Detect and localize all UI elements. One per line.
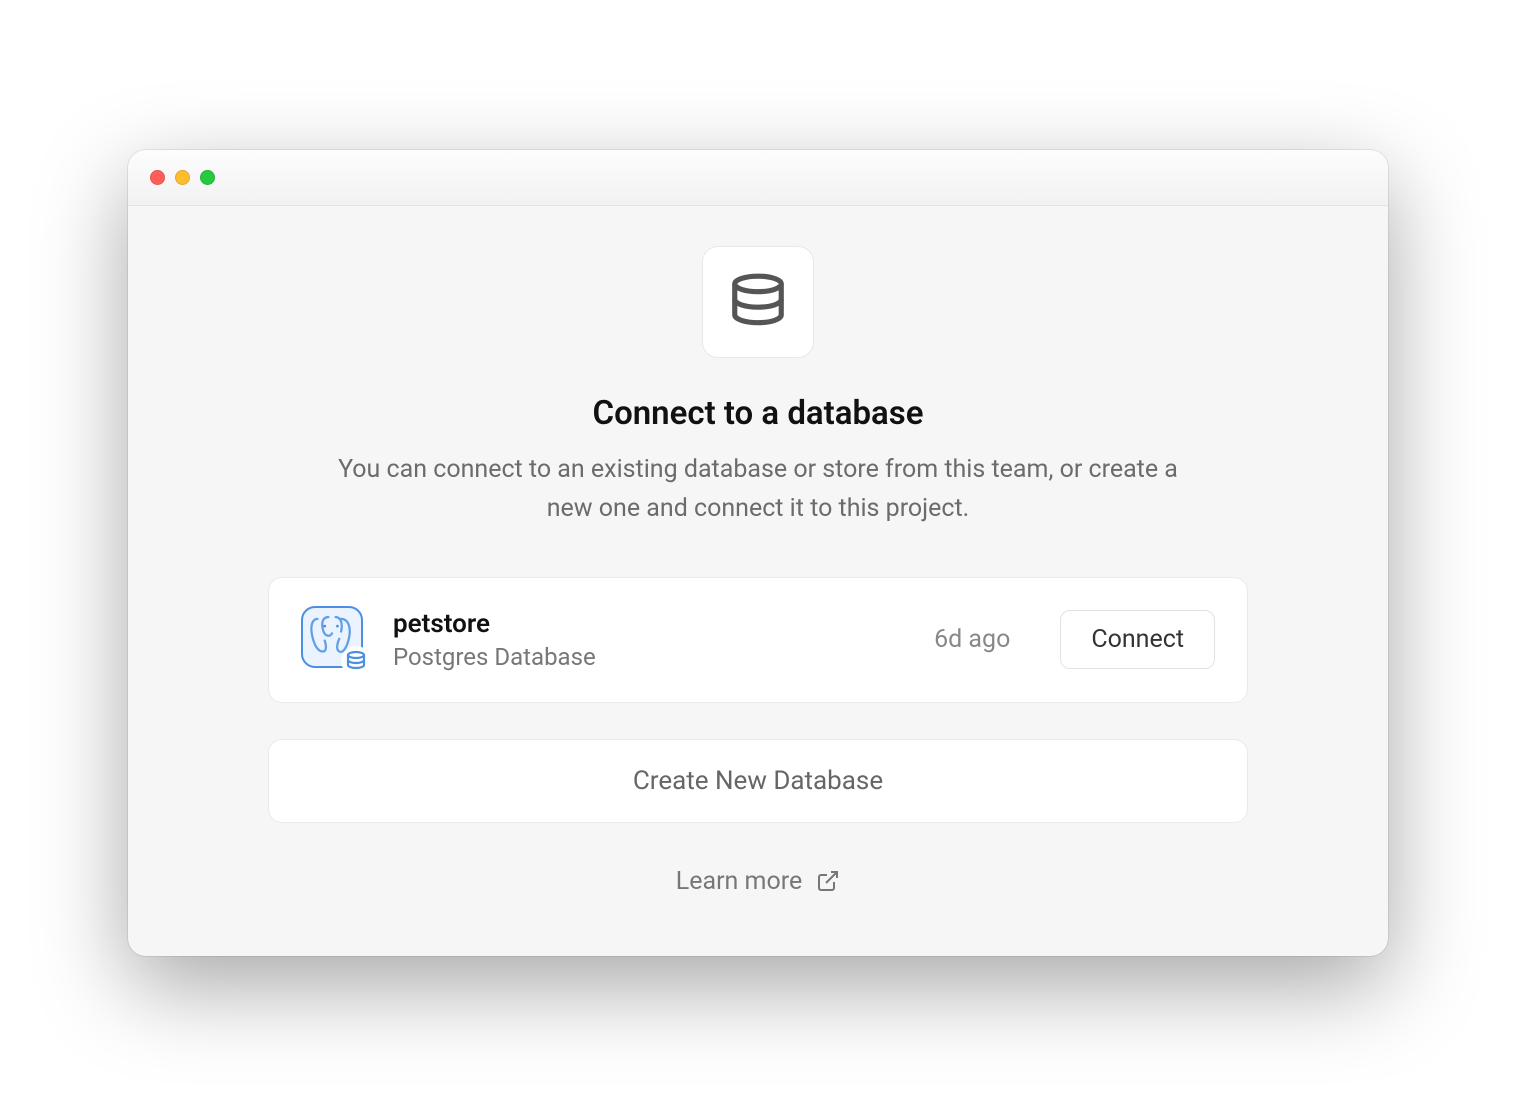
learn-more-label: Learn more [676, 867, 802, 896]
traffic-lights [150, 170, 215, 185]
database-info: petstore Postgres Database [393, 609, 910, 671]
window-maximize-button[interactable] [200, 170, 215, 185]
database-icon [727, 271, 789, 333]
create-new-database-button[interactable]: Create New Database [268, 739, 1248, 823]
page-heading: Connect to a database [593, 394, 924, 433]
app-window: Connect to a database You can connect to… [128, 150, 1388, 956]
external-link-icon [816, 869, 840, 893]
page-subtitle: You can connect to an existing database … [318, 451, 1198, 529]
hero-icon-container [702, 246, 814, 358]
learn-more-link[interactable]: Learn more [676, 867, 840, 896]
database-timestamp: 6d ago [934, 625, 1010, 654]
titlebar [128, 150, 1388, 206]
database-card: petstore Postgres Database 6d ago Connec… [268, 577, 1248, 703]
database-name: petstore [393, 609, 910, 639]
database-badge-icon [341, 646, 371, 676]
window-close-button[interactable] [150, 170, 165, 185]
content-area: Connect to a database You can connect to… [128, 206, 1388, 956]
database-item-icon [301, 606, 369, 674]
connect-button[interactable]: Connect [1060, 610, 1215, 669]
window-minimize-button[interactable] [175, 170, 190, 185]
database-type: Postgres Database [393, 643, 910, 671]
